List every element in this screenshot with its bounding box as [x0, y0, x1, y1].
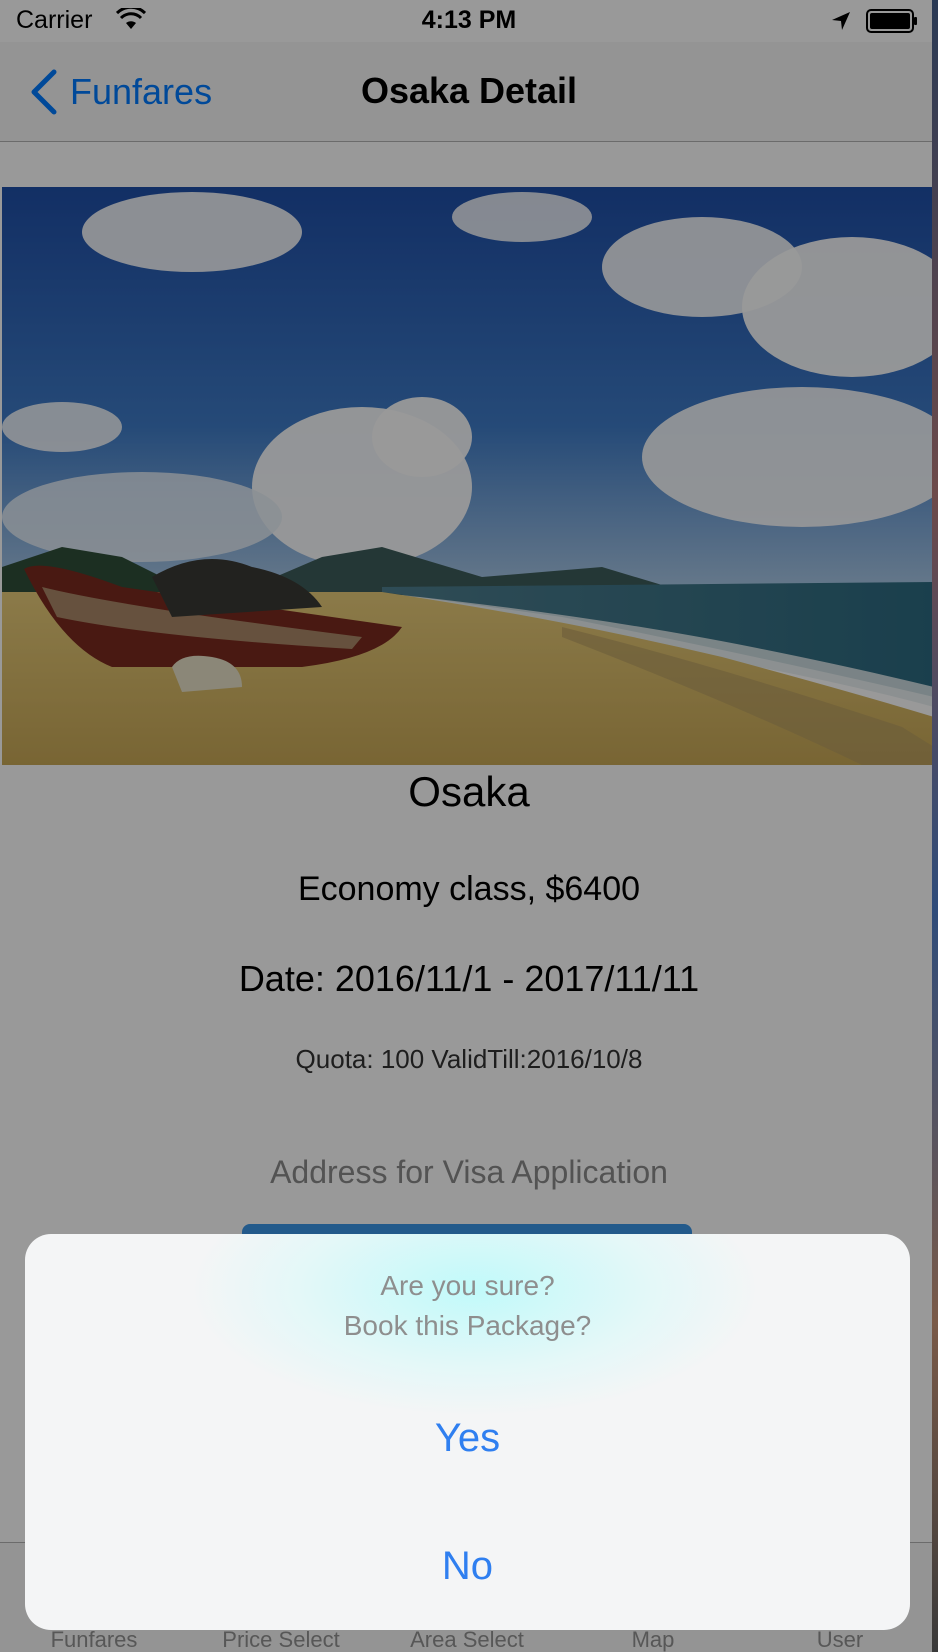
alert-message: Book this Package? [343, 1310, 592, 1341]
background-edge-strip [932, 0, 938, 1652]
alert-title: Are you sure? [380, 1270, 555, 1301]
yes-button[interactable]: Yes [25, 1374, 910, 1502]
app-screen: Carrier 4:13 PM Funfares Osaka Detail Os… [0, 0, 938, 1652]
no-button[interactable]: No [25, 1502, 910, 1630]
confirm-alert: Are you sure? Book this Package? Yes No [25, 1234, 910, 1630]
